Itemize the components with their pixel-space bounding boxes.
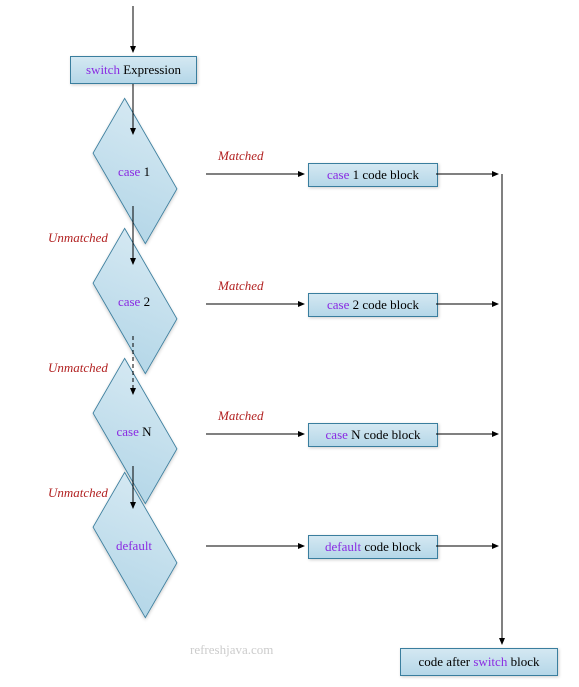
case-2-block-text: 2 code block (349, 297, 419, 312)
switch-expression-box: switch Expression (70, 56, 197, 84)
case-1-decision: case 1 (62, 138, 206, 206)
case-2-decision: case 2 (62, 268, 206, 336)
unmatched-label-2: Unmatched (48, 360, 108, 376)
end-keyword: switch (473, 654, 507, 669)
case-2-code-block: case 2 code block (308, 293, 438, 317)
default-block-text: code block (361, 539, 421, 554)
end-post-text: block (507, 654, 539, 669)
case-1-number: 1 (140, 164, 150, 179)
default-code-block: default code block (308, 535, 438, 559)
matched-label-1: Matched (218, 148, 263, 164)
case-n-decision: case N (62, 398, 206, 466)
switch-expression-text: Expression (120, 62, 181, 77)
default-decision: default (62, 512, 206, 580)
case-1-keyword: case (118, 164, 140, 179)
case-2-block-keyword: case (327, 297, 349, 312)
case-1-block-keyword: case (327, 167, 349, 182)
unmatched-label-1: Unmatched (48, 230, 108, 246)
case-n-block-text: N code block (348, 427, 421, 442)
case-1-block-text: 1 code block (349, 167, 419, 182)
end-pre-text: code after (419, 654, 474, 669)
switch-keyword: switch (86, 62, 120, 77)
watermark: refreshjava.com (190, 642, 273, 658)
matched-label-n: Matched (218, 408, 263, 424)
unmatched-label-n: Unmatched (48, 485, 108, 501)
code-after-switch-box: code after switch block (400, 648, 558, 676)
default-keyword: default (116, 538, 152, 553)
matched-label-2: Matched (218, 278, 263, 294)
case-n-code-block: case N code block (308, 423, 438, 447)
case-n-number: N (139, 424, 152, 439)
case-2-number: 2 (140, 294, 150, 309)
case-n-keyword: case (116, 424, 138, 439)
flowchart-arrows (0, 0, 579, 687)
case-n-block-keyword: case (326, 427, 348, 442)
case-2-keyword: case (118, 294, 140, 309)
case-1-code-block: case 1 code block (308, 163, 438, 187)
default-block-keyword: default (325, 539, 361, 554)
